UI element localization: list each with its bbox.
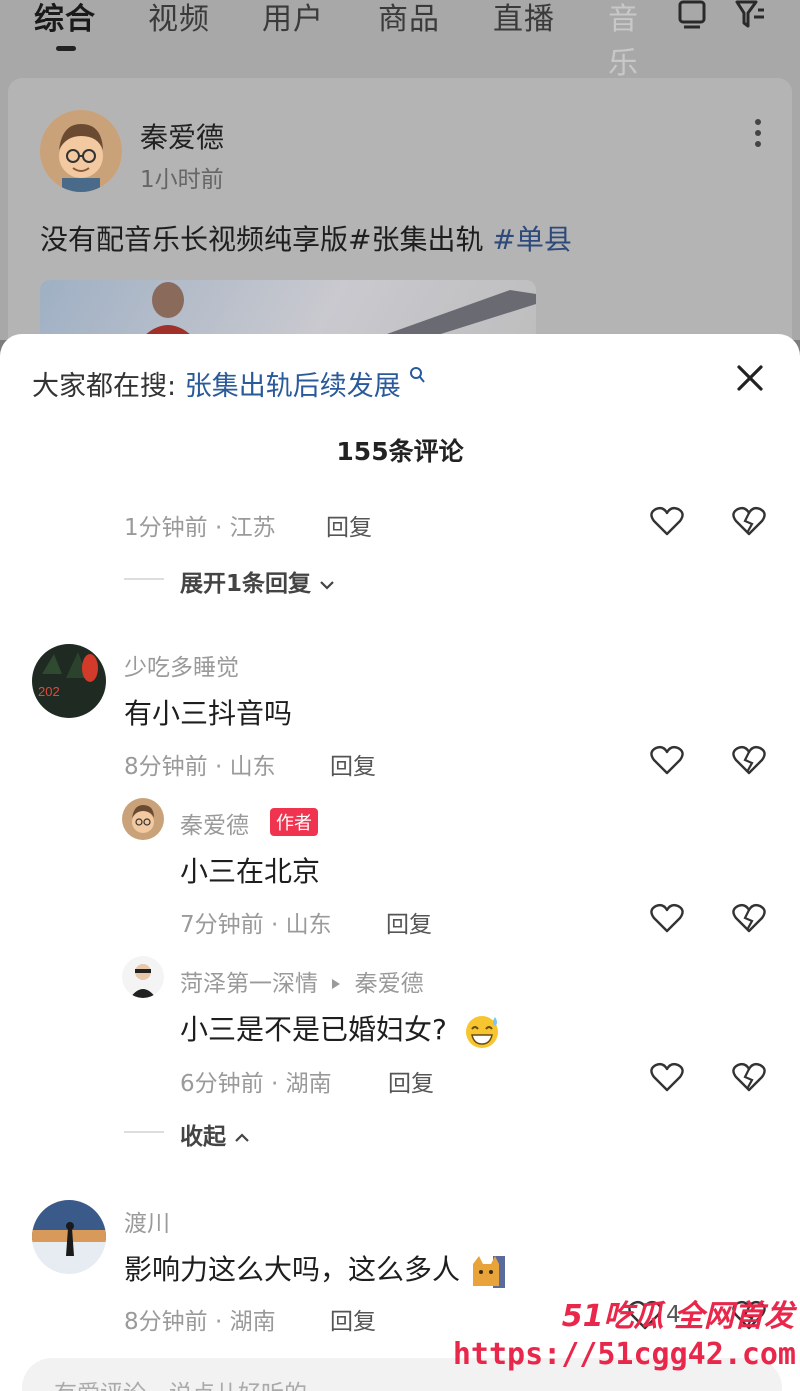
- close-icon[interactable]: [732, 360, 768, 396]
- reply-author-name[interactable]: 秦爱德: [180, 806, 249, 840]
- reply-text: 小三是不是已婚妇女?: [180, 1008, 502, 1049]
- comment-input-placeholder: 有爱评论，说点儿好听的: [54, 1374, 307, 1391]
- reply-text: 小三在北京: [180, 855, 321, 888]
- comment-text-body: 影响力这么大吗，这么多人: [124, 1253, 461, 1286]
- dislike-icon[interactable]: [732, 744, 766, 776]
- svg-text:202: 202: [38, 684, 60, 699]
- reply-button[interactable]: 回复: [326, 508, 372, 542]
- tab-live[interactable]: 直播: [493, 0, 555, 38]
- grin-sweat-emoji-icon: [465, 1016, 498, 1048]
- reply-user-name[interactable]: 菏泽第一深情 秦爱德: [180, 964, 424, 998]
- trending-search-prefix: 大家都在搜:: [32, 371, 177, 402]
- commenter-name[interactable]: 渡川: [124, 1204, 170, 1238]
- reply-button[interactable]: 回复: [388, 1064, 434, 1098]
- dislike-icon[interactable]: [732, 505, 766, 537]
- search-results-background: 综合 视频 用户 商品 直播 音乐 秦爱德 1小时前 没有配音乐长视频纯享版#张…: [0, 0, 800, 340]
- trending-search-term[interactable]: 张集出轨后续发展: [185, 371, 401, 402]
- tab-active-indicator: [56, 46, 76, 51]
- post-video-thumbnail[interactable]: [40, 280, 536, 340]
- tab-video[interactable]: 视频: [148, 0, 210, 38]
- filter-icon[interactable]: [734, 0, 766, 30]
- tab-music[interactable]: 音乐: [608, 0, 664, 82]
- post-author-name[interactable]: 秦爱德: [140, 116, 224, 156]
- reply-to-name: 秦爱德: [354, 971, 424, 997]
- author-badge: 作者: [270, 808, 318, 836]
- site-watermark: 51吃瓜 全网首发 https://51cgg42.com: [453, 1291, 800, 1391]
- post-author-avatar[interactable]: [40, 110, 122, 192]
- post-text-body: 没有配音乐长视频纯享版#张集出轨: [40, 223, 484, 256]
- collapse-divider: [124, 1131, 164, 1133]
- tab-general[interactable]: 综合: [34, 0, 96, 38]
- watermark-url: https://51cgg42.com: [452, 1337, 796, 1372]
- comment-text: 有小三抖音吗: [124, 697, 293, 730]
- comment-time-location: 8分钟前 · 湖南: [124, 1309, 276, 1335]
- post-card[interactable]: 秦爱德 1小时前 没有配音乐长视频纯享版#张集出轨 #单县: [8, 78, 792, 340]
- watermark-brand: 51吃瓜 全网首发: [561, 1299, 794, 1334]
- commenter-name[interactable]: 少吃多睡觉: [124, 648, 239, 682]
- tab-products[interactable]: 商品: [378, 0, 440, 38]
- like-icon[interactable]: [650, 902, 684, 934]
- search-tabs: 综合 视频 用户 商品 直播 音乐: [0, 0, 800, 81]
- tab-users[interactable]: 用户: [262, 0, 324, 38]
- post-time: 1小时前: [140, 167, 224, 193]
- chevron-up-icon: [235, 1133, 249, 1142]
- commenter-avatar[interactable]: [32, 1200, 106, 1274]
- like-icon[interactable]: [650, 505, 684, 537]
- reply-time-location: 7分钟前 · 山东: [180, 912, 332, 938]
- reply-user-name-text: 菏泽第一深情: [180, 971, 318, 997]
- reply-button[interactable]: 回复: [330, 1302, 376, 1336]
- comment-count: 155条评论: [336, 437, 464, 466]
- cat-sticker-icon: [472, 1256, 505, 1288]
- post-text: 没有配音乐长视频纯享版#张集出轨 #单县: [40, 218, 572, 258]
- comment-time-location: 8分钟前 · 山东: [124, 754, 276, 780]
- post-hashtag[interactable]: #单县: [492, 223, 571, 256]
- reply-button[interactable]: 回复: [386, 905, 432, 939]
- reply-author-avatar[interactable]: [122, 798, 164, 840]
- commenter-avatar[interactable]: 202: [32, 644, 106, 718]
- trending-search-hint[interactable]: 大家都在搜: 张集出轨后续发展: [32, 364, 426, 403]
- reply-time-location: 6分钟前 · 湖南: [180, 1071, 332, 1097]
- collapse-replies-label: 收起: [180, 1124, 226, 1150]
- dislike-icon[interactable]: [732, 1061, 766, 1093]
- comment-sheet: 大家都在搜: 张集出轨后续发展 155条评论 1分钟前 · 江苏 回复 展开1条…: [0, 334, 800, 1391]
- chevron-down-icon: [320, 581, 334, 590]
- reply-text-body: 小三是不是已婚妇女?: [180, 1013, 447, 1046]
- reply-to-arrow-icon: [332, 979, 341, 989]
- reply-user-avatar[interactable]: [122, 956, 164, 998]
- like-icon[interactable]: [650, 744, 684, 776]
- reply-button[interactable]: 回复: [330, 747, 376, 781]
- comment-time-location: 1分钟前 · 江苏: [124, 515, 276, 541]
- collapse-replies-button[interactable]: 收起: [180, 1117, 250, 1151]
- like-icon[interactable]: [650, 1061, 684, 1093]
- expand-replies-label: 展开1条回复: [180, 571, 312, 597]
- dislike-icon[interactable]: [732, 902, 766, 934]
- expand-replies-button[interactable]: 展开1条回复: [180, 564, 335, 598]
- tv-icon[interactable]: [676, 0, 708, 30]
- search-icon: [410, 367, 426, 383]
- more-icon[interactable]: [754, 118, 762, 148]
- expand-divider: [124, 578, 164, 580]
- comment-text: 影响力这么大吗，这么多人: [124, 1248, 507, 1290]
